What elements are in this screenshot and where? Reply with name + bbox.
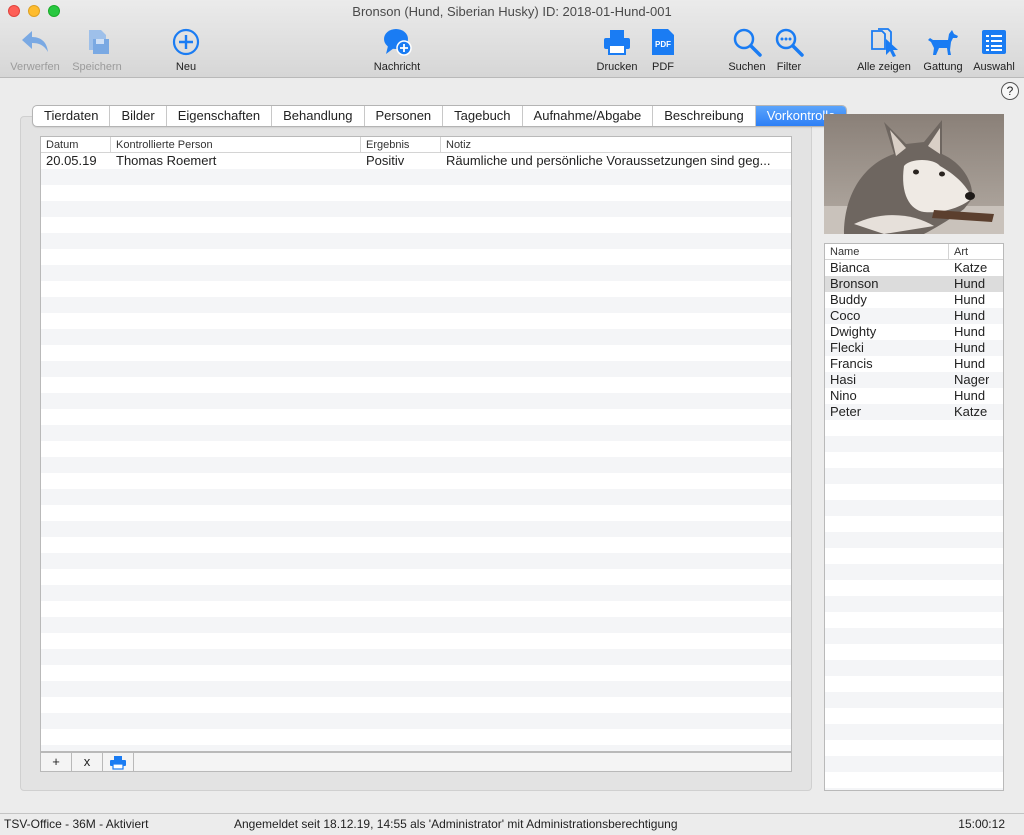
save-document-icon: [89, 30, 109, 54]
dog-silhouette-icon: [928, 30, 958, 55]
pdf-document-icon: PDF: [652, 29, 674, 55]
list-item-art: Nager: [954, 372, 990, 387]
window-toolbar: Bronson (Hund, Siberian Husky) ID: 2018-…: [0, 0, 1024, 78]
plus-circle-icon: [172, 28, 200, 56]
tab-bilder[interactable]: Bilder: [110, 106, 167, 126]
list-item-art: Katze: [954, 260, 988, 275]
vorkontrolle-table: Datum Kontrollierte Person Ergebnis Noti…: [40, 136, 792, 752]
list-item-name: Dwighty: [830, 324, 877, 339]
filter-button[interactable]: Filter: [772, 26, 806, 76]
list-item-art: Hund: [954, 356, 986, 371]
tab-personen[interactable]: Personen: [365, 106, 444, 126]
table-header: Datum Kontrollierte Person Ergebnis Noti…: [41, 137, 791, 153]
list-item[interactable]: Buddy Hund: [825, 292, 1003, 308]
speichern-button[interactable]: Speichern: [68, 26, 126, 76]
status-clock: 15:00:12: [958, 817, 1005, 831]
cell-ergebnis: Positiv: [366, 153, 405, 168]
neu-button[interactable]: Neu: [166, 26, 206, 76]
animal-photo: [824, 114, 1004, 234]
list-item-art: Hund: [954, 388, 986, 403]
remove-row-button[interactable]: x: [72, 753, 103, 771]
tab-tagebuch[interactable]: Tagebuch: [443, 106, 523, 126]
status-license: TSV-Office - 36M - Aktiviert: [4, 817, 149, 831]
tab-eigenschaften[interactable]: Eigenschaften: [167, 106, 273, 126]
printer-icon: [604, 30, 630, 55]
list-item[interactable]: Nino Hund: [825, 388, 1003, 404]
list-item-name: Bronson: [830, 276, 879, 291]
suchen-button[interactable]: Suchen: [726, 26, 768, 76]
status-bar: TSV-Office - 36M - Aktiviert Angemeldet …: [0, 813, 1024, 835]
help-button[interactable]: ?: [1001, 82, 1019, 100]
cell-notiz: Räumliche und persönliche Voraussetzunge…: [446, 153, 771, 168]
list-item-art: Hund: [954, 292, 986, 307]
status-login-info: Angemeldet seit 18.12.19, 14:55 als 'Adm…: [234, 817, 678, 831]
drucken-button[interactable]: Drucken: [594, 26, 640, 76]
list-item[interactable]: Francis Hund: [825, 356, 1003, 372]
column-header-datum[interactable]: Datum: [41, 137, 111, 152]
alle-zeigen-button[interactable]: Alle zeigen: [854, 26, 914, 76]
tab-tierdaten[interactable]: Tierdaten: [33, 106, 111, 126]
column-header-name[interactable]: Name: [825, 244, 949, 259]
column-header-person[interactable]: Kontrollierte Person: [111, 137, 361, 152]
table-body: 20.05.19 Thomas Roemert Positiv Räumlich…: [41, 153, 791, 751]
printer-icon: [110, 755, 126, 770]
column-header-ergebnis[interactable]: Ergebnis: [361, 137, 441, 152]
list-item-name: Peter: [830, 404, 862, 419]
animal-list: Name Art Bianca Katze Bronson Hund Buddy Hu…: [824, 243, 1004, 791]
list-item[interactable]: Flecki Hund: [825, 340, 1003, 356]
cell-datum: 20.05.19: [46, 153, 97, 168]
list-item[interactable]: Bianca Katze: [825, 260, 1003, 276]
tab-behandlung[interactable]: Behandlung: [272, 106, 365, 126]
documents-pointer-icon: [871, 28, 898, 57]
list-header: Name Art: [825, 244, 1003, 260]
table-footer-bar: + x: [40, 752, 792, 772]
svg-text:PDF: PDF: [655, 40, 671, 49]
auswahl-button[interactable]: Auswahl: [970, 26, 1018, 76]
list-item-art: Hund: [954, 324, 986, 339]
tab-beschreibung[interactable]: Beschreibung: [653, 106, 756, 126]
gattung-button[interactable]: Gattung: [920, 26, 966, 76]
chat-bubble-add-icon: [384, 29, 412, 56]
cell-person: Thomas Roemert: [116, 153, 217, 168]
list-item-name: Francis: [830, 356, 873, 371]
list-item[interactable]: Hasi Nager: [825, 372, 1003, 388]
list-item-name: Hasi: [830, 372, 857, 387]
list-item[interactable]: Coco Hund: [825, 308, 1003, 324]
verwerfen-button[interactable]: Verwerfen: [6, 26, 64, 76]
husky-photo-image: [824, 114, 1004, 234]
list-body: Bianca Katze Bronson Hund Buddy Hund Coco Hu…: [825, 260, 1003, 790]
list-item-name: Flecki: [830, 340, 864, 355]
pdf-button[interactable]: PDF PDF: [646, 26, 680, 76]
list-item-art: Hund: [954, 340, 986, 355]
filter-search-icon: [775, 28, 804, 57]
table-row[interactable]: 20.05.19 Thomas Roemert Positiv Räumlich…: [41, 153, 791, 169]
list-item-art: Hund: [954, 276, 986, 291]
column-header-art[interactable]: Art: [949, 244, 1003, 259]
list-item[interactable]: Dwighty Hund: [825, 324, 1003, 340]
search-icon: [733, 28, 762, 57]
window-title: Bronson (Hund, Siberian Husky) ID: 2018-…: [352, 4, 672, 19]
tab-bar: Tierdaten Bilder Eigenschaften Behandlun…: [32, 105, 848, 127]
undo-arrow-icon: [22, 31, 48, 52]
list-item-name: Coco: [830, 308, 861, 323]
tab-aufnahme-abgabe[interactable]: Aufnahme/Abgabe: [523, 106, 654, 126]
list-icon: [982, 30, 1006, 54]
list-item-art: Katze: [954, 404, 988, 419]
list-item-name: Nino: [830, 388, 857, 403]
list-item-name: Buddy: [830, 292, 867, 307]
list-item-name: Bianca: [830, 260, 870, 275]
add-row-button[interactable]: +: [41, 753, 72, 771]
column-header-notiz[interactable]: Notiz: [441, 137, 791, 152]
list-item-selected[interactable]: Bronson Hund: [825, 276, 1003, 292]
nachricht-button[interactable]: Nachricht: [368, 26, 426, 76]
list-item-art: Hund: [954, 308, 986, 323]
print-table-button[interactable]: [103, 753, 134, 771]
list-item[interactable]: Peter Katze: [825, 404, 1003, 420]
